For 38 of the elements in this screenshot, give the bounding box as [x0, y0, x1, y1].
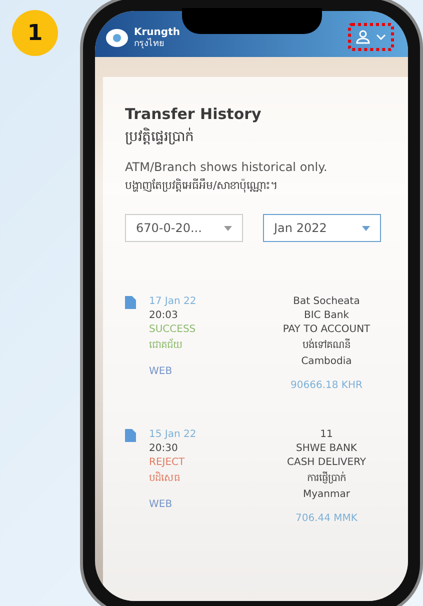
- page-title-khmer: ប្រវត្តិផ្ទេរប្រាក់: [125, 127, 195, 147]
- transaction-channel: WEB: [149, 499, 174, 510]
- transaction-status-khmer: បដិសេធ: [149, 471, 181, 486]
- document-icon: [125, 296, 136, 309]
- bank-name: SHWE BANK: [296, 443, 357, 454]
- transaction-time: 20:03: [149, 310, 179, 321]
- filter-dropdown[interactable]: 670-0-20...: [125, 214, 243, 242]
- transaction-status: REJECT: [149, 457, 186, 468]
- transaction-date: 15 Jan 22: [149, 429, 198, 440]
- transaction-status-khmer: ជោគជ័យ: [149, 338, 184, 353]
- transfer-method: PAY TO ACCOUNT: [282, 324, 370, 335]
- page-title: Transfer History: [125, 105, 262, 123]
- info-note: ATM/Branch shows historical only.: [125, 160, 328, 174]
- transaction-status: SUCCESS: [149, 324, 197, 335]
- step-badge: 1: [12, 10, 58, 56]
- transfer-method-khmer: ការផ្ញើប្រាក់: [307, 471, 346, 486]
- user-menu-button[interactable]: [348, 23, 394, 51]
- transfer-method-khmer: បង់ទៅគណនី: [302, 338, 350, 353]
- transfer-method: CASH DELIVERY: [287, 457, 366, 468]
- user-icon: [356, 30, 370, 44]
- filter-dropdown[interactable]: Jan 2022: [263, 214, 381, 242]
- transaction-amount: 706.44 MMK: [296, 513, 358, 524]
- brand-name: Krungth: [134, 26, 180, 38]
- country: Myanmar: [303, 489, 350, 500]
- caret-icon: [224, 226, 232, 230]
- transaction-amount: 90666.18 KHR: [290, 380, 362, 391]
- chevron-down-icon: [376, 34, 386, 40]
- recipient-name: Bat Socheata: [293, 296, 360, 307]
- info-note-khmer: បង្ហាញតែប្រវត្តិអេធីអឹម/សាខាប៉ុណ្ណោះ។: [125, 178, 279, 194]
- transaction-time: 20:30: [149, 443, 179, 454]
- transaction-channel: WEB: [149, 366, 174, 377]
- caret-icon: [362, 226, 370, 230]
- bank-name: BIC Bank: [304, 310, 350, 321]
- document-icon: [125, 429, 136, 442]
- transaction-date: 17 Jan 22: [149, 296, 198, 307]
- brand-subtitle: กรุงไทย: [134, 38, 165, 48]
- country: Cambodia: [301, 356, 352, 367]
- recipient-name: 11: [320, 429, 333, 440]
